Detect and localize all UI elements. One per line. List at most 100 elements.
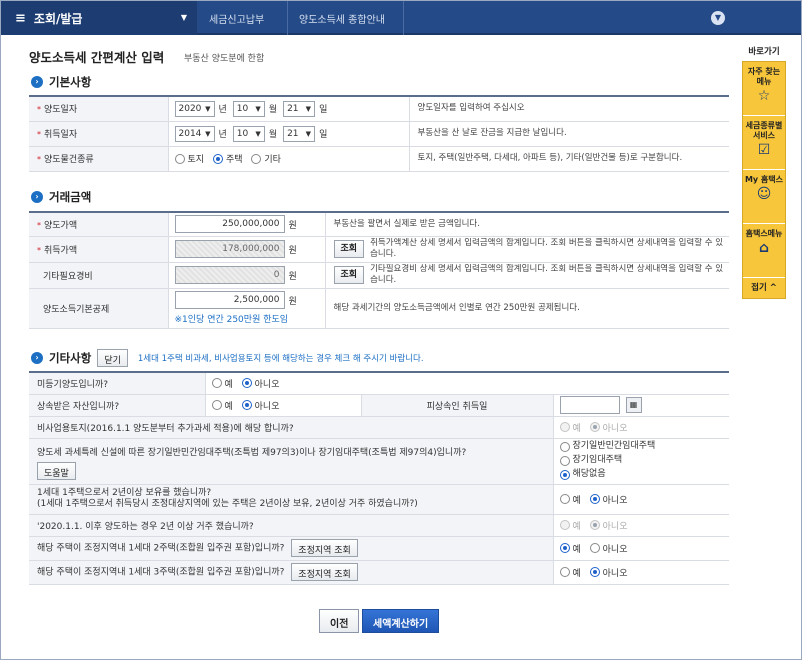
q1-yes-radio[interactable] <box>211 378 222 389</box>
prev-button[interactable]: 이전 <box>319 609 360 633</box>
radio-label: 아니오 <box>602 544 628 555</box>
deduction-note: ※1인당 연간 250만원 한도임 <box>174 315 289 325</box>
chevron-down-icon[interactable]: ▼ <box>711 11 725 25</box>
q2-yes-radio[interactable] <box>211 400 222 410</box>
calculate-tax-button[interactable]: 세액계산하기 <box>362 609 440 633</box>
table-row: 해당 주택이 조정지역내 1세대 3주택(조합원 입주권 포함)입니까? 조정지… <box>29 560 729 585</box>
question-unregistered: 미등기양도입니까? <box>29 372 206 395</box>
sale-day-select[interactable]: 21 ▼ <box>283 100 316 117</box>
q4-opt3-radio[interactable] <box>559 469 570 480</box>
question-text: 해당 주택이 조정지역내 1세대 2주택(조합원 입주권 포함)입니까? <box>37 543 285 554</box>
user-icon: ☺ <box>756 186 772 202</box>
table-row: 양도소득기본공제 2,500,000 원 ※1인당 연간 250만원 한도임 해당… <box>29 288 729 329</box>
trade-table: * 양도가액 250,000,000 원 부동산을 팔면서 실제로 받은 금액입니다… <box>29 211 729 329</box>
row-description: 토지, 주택(일반주택, 다세대, 아파트 등), 기타(일반건물 등)로 구분… <box>409 146 729 172</box>
menu-dropdown[interactable]: ≡ 조회/발급 ▼ <box>1 1 197 35</box>
q2-no-radio[interactable] <box>241 400 252 410</box>
sale-date-cell: 2020 ▼ 년 10 ▼ 월 21 ▼ 일 <box>168 96 410 122</box>
help-button[interactable]: 도움말 <box>37 461 76 480</box>
sidebar-title: 바로가기 <box>748 47 780 57</box>
radio-label: 해당없음 <box>572 469 606 479</box>
breadcrumb-tax-filing[interactable]: 세금신고납부 <box>209 1 264 35</box>
close-other-button[interactable]: 닫기 <box>97 349 128 367</box>
row-label: * 취득일자 <box>29 121 169 147</box>
region-lookup-button[interactable]: 조정지역 조회 <box>291 563 358 581</box>
answer-cell: 예 아니오 <box>205 372 729 395</box>
q4-opt1-radio[interactable] <box>559 441 570 452</box>
section-trade-title: › 거래금액 <box>31 189 91 205</box>
sidebar-item-my-hometax[interactable]: My 홈택스 ☺ <box>743 170 785 224</box>
property-type-cell: 토지 주택 기타 <box>168 146 410 172</box>
q7-no-radio[interactable] <box>589 543 600 553</box>
radio-label: 예 <box>572 495 581 506</box>
region-lookup-button[interactable]: 조정지역 조회 <box>291 539 358 557</box>
sale-year-select[interactable]: 2020 ▼ <box>174 100 215 117</box>
question-three-houses: 해당 주택이 조정지역내 1세대 3주택(조합원 입주권 포함)입니까? 조정지… <box>29 560 554 585</box>
deduction-input[interactable]: 2,500,000 <box>174 291 285 309</box>
sale-month-select[interactable]: 10 ▼ <box>232 100 265 117</box>
quick-links-sidebar: 바로가기 자주 찾는 메뉴 ☆ 세금종류별 서비스 ☑ My 홈택스 ☺ 홈택스… <box>742 45 786 299</box>
q5-no-radio[interactable] <box>589 494 600 504</box>
unit-label: 원 <box>288 271 297 282</box>
acq-year-select[interactable]: 2014 ▼ <box>174 125 215 142</box>
unit-label: 원 <box>288 296 297 307</box>
question-text: 1세대 1주택으로서 2년이상 보유를 했습니까? <box>37 488 212 498</box>
calendar-icon[interactable]: ▦ <box>625 397 642 413</box>
expense-lookup-button[interactable]: 조회 <box>333 266 365 284</box>
question-text: 해당 주택이 조정지역내 1세대 3주택(조합원 입주권 포함)입니까? <box>37 567 285 578</box>
deduction-cell: 2,500,000 원 ※1인당 연간 250만원 한도임 <box>168 288 326 329</box>
acq-lookup-button[interactable]: 조회 <box>333 240 365 258</box>
type-house-radio[interactable] <box>212 153 223 164</box>
sidebar-item-hometax-menu[interactable]: 홈택스메뉴 ⌂ <box>743 224 785 278</box>
q5-yes-radio[interactable] <box>559 494 570 504</box>
table-row: * 양도물건종류 토지 주택 기타 토지, 주택(일반주택, 다세대, 아파트 등… <box>29 146 729 172</box>
type-other-radio[interactable] <box>251 153 262 164</box>
table-row: 해당 주택이 조정지역내 1세대 2주택(조합원 입주권 포함)입니까? 조정지… <box>29 536 729 561</box>
section-label: 거래금액 <box>49 190 92 204</box>
section-label: 기본사항 <box>49 75 92 89</box>
q8-no-radio[interactable] <box>589 567 600 577</box>
question-one-house: 1세대 1주택으로서 2년이상 보유를 했습니까? (1세대 1주택으로서 취득… <box>29 484 554 515</box>
unit-label: 월 <box>268 105 278 116</box>
answer-cell: 예 아니오 <box>553 560 729 585</box>
radio-label: 장기일반민간임대주택 <box>572 441 656 451</box>
decedent-date-input[interactable] <box>559 396 620 414</box>
caret-down-icon: ▼ <box>180 13 187 22</box>
acq-month-select[interactable]: 10 ▼ <box>232 125 265 142</box>
table-row: 상속받은 자산입니까? 예 아니오 피상속인 취득일 ▦ <box>29 394 729 417</box>
table-row: 1세대 1주택으로서 2년이상 보유를 했습니까? (1세대 1주택으로서 취득… <box>29 484 729 515</box>
acq-day-select[interactable]: 21 ▼ <box>283 125 316 142</box>
row-label: * 양도일자 <box>29 96 169 122</box>
radio-label: 장기임대주택 <box>572 455 623 465</box>
sidebar-fold-button[interactable]: 접기 ^ <box>743 278 785 298</box>
question-text: (1세대 1주택으로서 취득당시 조정대상지역에 있는 주택은 2년이상 보유,… <box>37 499 418 509</box>
breadcrumb-capital-gains[interactable]: 양도소득세 종합안내 <box>299 1 385 35</box>
table-row: 기타필요경비 0원 조회 기타필요경비 상세 명세서 입력금액의 합계입니다. … <box>29 262 729 289</box>
sale-price-input[interactable]: 250,000,000 <box>174 215 285 234</box>
top-navigation-bar: ≡ 조회/발급 ▼ 세금신고납부 양도소득세 종합안내 ▼ <box>1 1 801 35</box>
q3-no-radio <box>589 422 600 432</box>
answer-cell: ▦ <box>553 394 729 417</box>
sidebar-item-label: 자주 찾는 메뉴 <box>747 67 781 86</box>
sidebar-box: 자주 찾는 메뉴 ☆ 세금종류별 서비스 ☑ My 홈택스 ☺ 홈택스메뉴 ⌂ … <box>742 61 786 299</box>
sidebar-item-frequent-menu[interactable]: 자주 찾는 메뉴 ☆ <box>743 62 785 116</box>
type-land-radio[interactable] <box>174 153 185 164</box>
q8-yes-radio[interactable] <box>559 567 570 577</box>
answer-cell: 예 아니오 <box>205 394 362 417</box>
sidebar-item-label: My 홈택스 <box>744 175 784 184</box>
section-basic-title: › 기본사항 <box>31 74 91 90</box>
arrow-right-icon: › <box>31 352 43 364</box>
row-label: * 취득가액 <box>29 236 169 263</box>
row-label: * 양도가액 <box>29 212 169 237</box>
q4-opt2-radio[interactable] <box>559 455 570 466</box>
page-subtitle: 부동산 양도분에 한함 <box>184 54 265 64</box>
other-table: 미등기양도입니까? 예 아니오 상속받은 자산입니까? 예 아니오 피상속인 취… <box>29 371 729 585</box>
table-row: '2020.1.1. 이후 양도하는 경우 2년 이상 거주 했습니까? 예 아… <box>29 514 729 537</box>
question-two-houses: 해당 주택이 조정지역내 1세대 2주택(조합원 입주권 포함)입니까? 조정지… <box>29 536 554 561</box>
sidebar-item-tax-services[interactable]: 세금종류별 서비스 ☑ <box>743 116 785 170</box>
expense-input: 0 <box>174 266 285 284</box>
radio-label: 아니오 <box>602 568 628 579</box>
q1-no-radio[interactable] <box>241 378 252 389</box>
q7-yes-radio[interactable] <box>559 543 570 553</box>
section-other-title: › 기타사항 닫기 1세대 1주택 비과세, 비사업용토지 등에 해당하는 경우… <box>31 349 424 367</box>
